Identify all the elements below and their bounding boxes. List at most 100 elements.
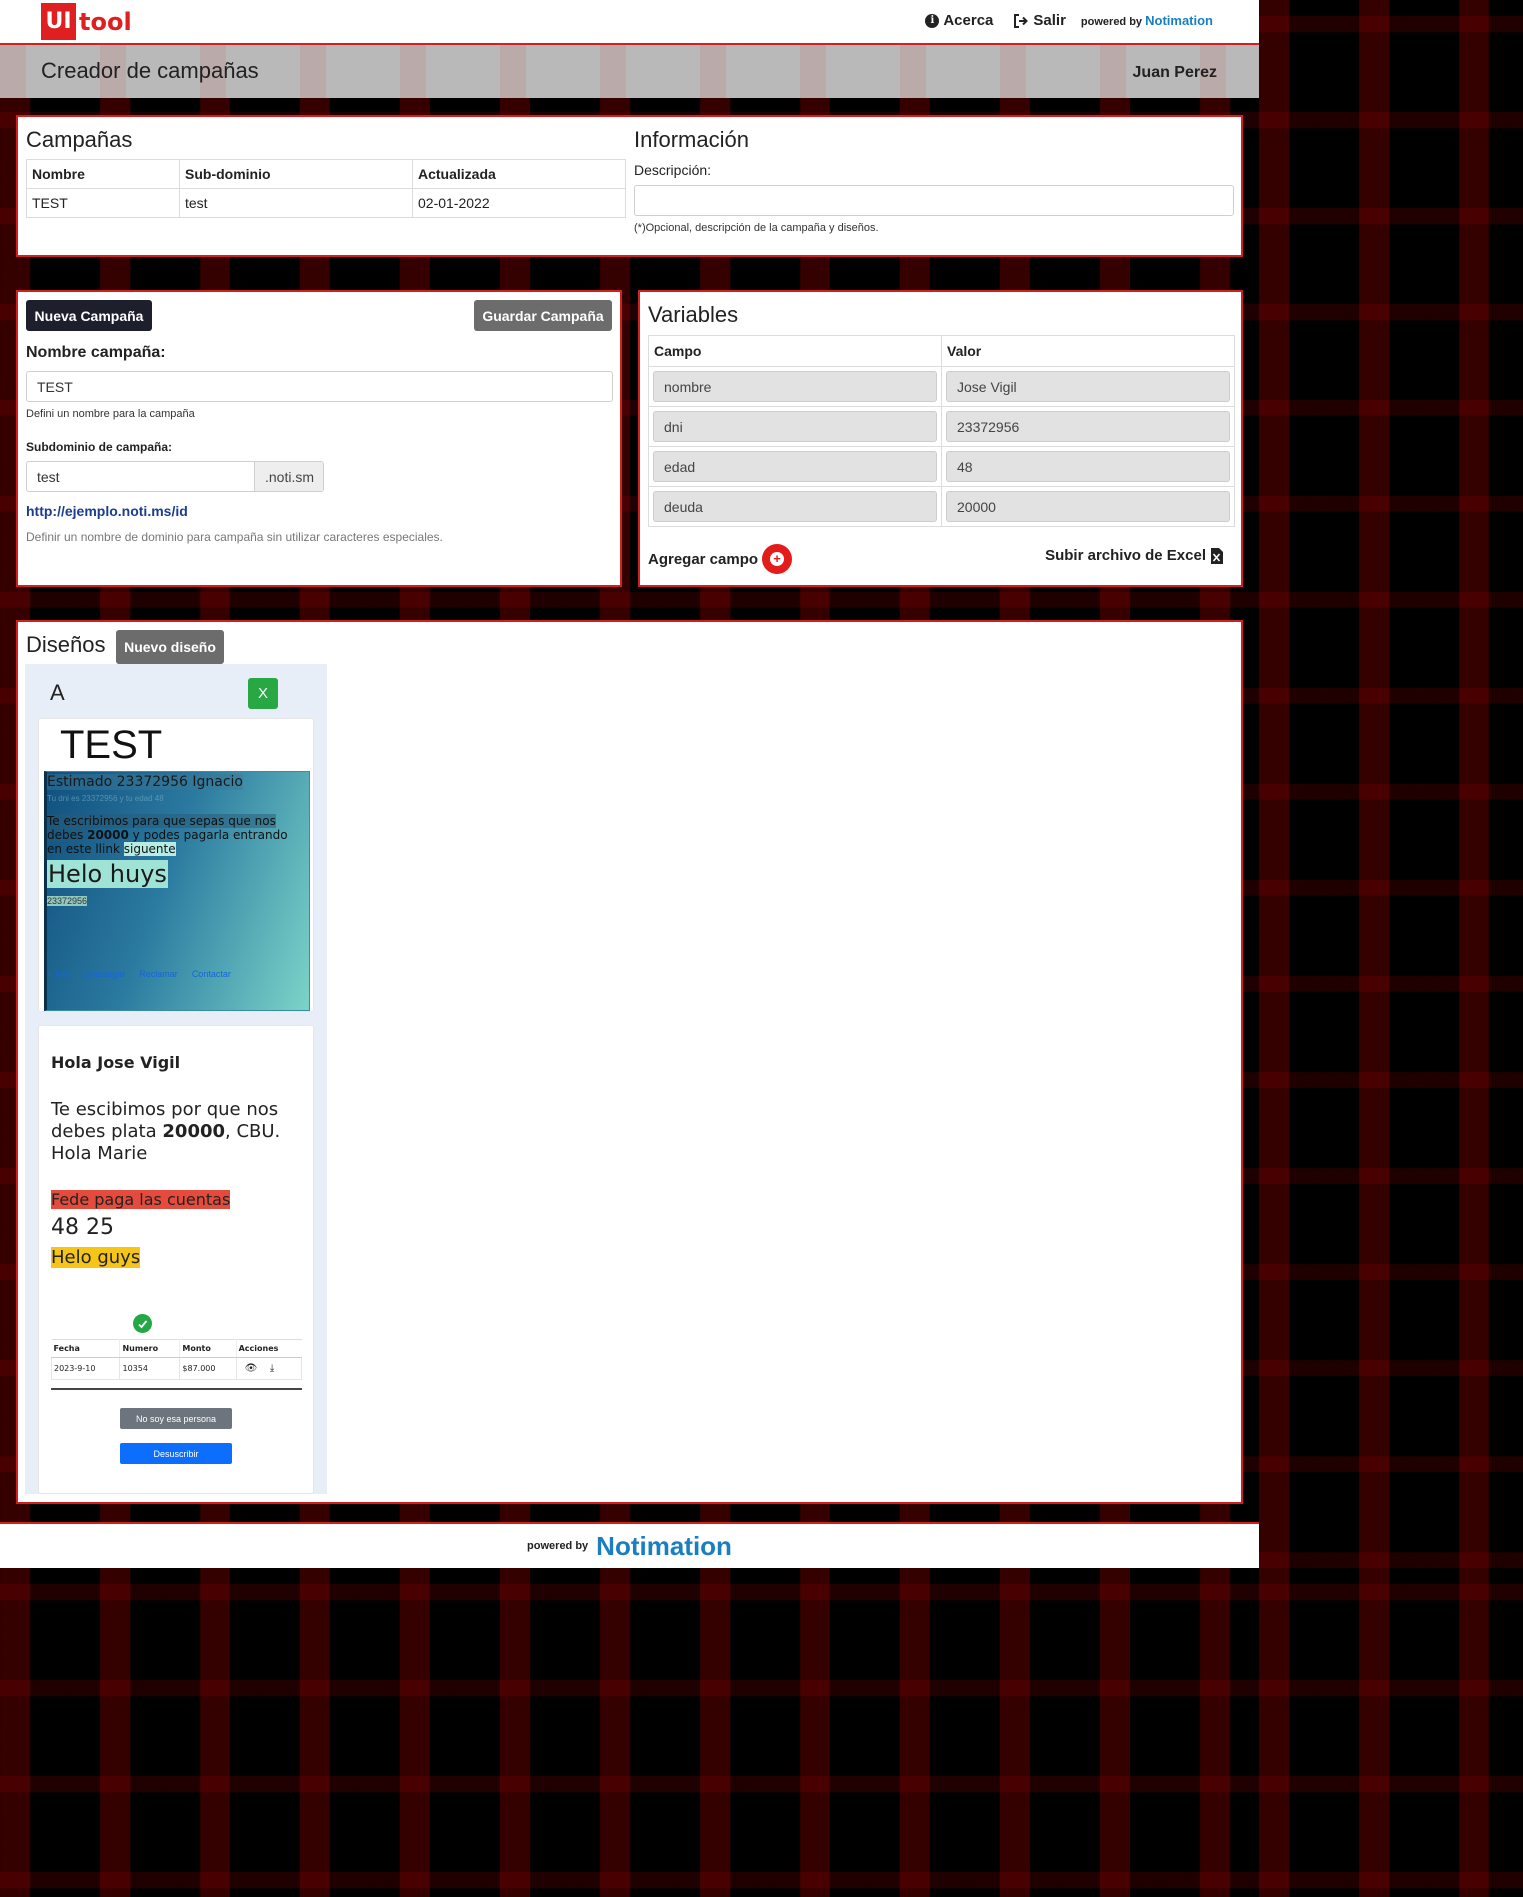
preview2-red-label: Fede paga las cuentas — [51, 1190, 231, 1209]
preview1-small-text: 23372956 — [47, 896, 88, 906]
top-navbar: UI tool i Acerca Salir powered by Notima… — [0, 0, 1259, 45]
variable-value[interactable]: Jose Vigil — [946, 371, 1230, 402]
variables-header-row: Campo Valor — [648, 335, 1235, 367]
col-nombre: Nombre — [26, 159, 180, 189]
save-campaign-button[interactable]: Guardar Campaña — [474, 300, 612, 331]
designs-title: Diseños — [26, 632, 106, 657]
footer: powered by Notimation — [0, 1522, 1259, 1568]
preview2-header-row: Fecha Numero Monto Acciones — [51, 1339, 302, 1358]
preview1-greeting: Estimado 23372956 Ignacio — [47, 774, 243, 790]
variables-table-wrap: Campo Valor nombre Jose Vigil dni 233729… — [648, 335, 1235, 527]
campaign-name-input[interactable]: TEST — [26, 371, 613, 402]
download-icon[interactable]: ⤓ — [270, 1363, 274, 1374]
campaign-name-hint: Defini un nombre para la campaña — [26, 408, 195, 420]
col-fecha: Fecha — [51, 1339, 121, 1358]
logout-link[interactable]: Salir — [1013, 12, 1066, 29]
powered-by-label: powered by — [1080, 16, 1143, 28]
variables-title: Variables — [648, 302, 739, 327]
variable-field[interactable]: nombre — [653, 371, 937, 402]
cell-actualizada: 02-01-2022 — [412, 188, 626, 218]
preview2-paragraph: Te escibimos por que nos debes plata 200… — [51, 1099, 303, 1165]
variable-value[interactable]: 23372956 — [946, 411, 1230, 442]
whatsapp-icon[interactable] — [133, 1314, 152, 1333]
cell-subdominio: test — [179, 188, 413, 218]
example-link[interactable]: http://ejemplo.noti.ms/id — [26, 503, 188, 519]
contact-link[interactable]: Contactar — [192, 969, 231, 979]
user-name: Juan Perez — [1132, 64, 1217, 81]
campaign-editor-panel: Nueva Campaña Guardar Campaña Nombre cam… — [16, 290, 622, 587]
logo-ui-mark: UI — [41, 3, 76, 40]
preview1-text-amount: 20000 — [87, 828, 129, 842]
table-row[interactable]: TEST test 02-01-2022 — [26, 188, 626, 218]
col-actualizada: Actualizada — [412, 159, 626, 189]
col-numero: Numero — [119, 1339, 181, 1358]
cell-acciones: 👁 ⤓ — [235, 1357, 303, 1380]
table-row: 2023-9-10 10354 $87.000 👁 ⤓ — [50, 1357, 303, 1380]
campaigns-table-wrap: Nombre Sub-dominio Actualizada TEST test… — [26, 159, 626, 218]
variables-table: Campo Valor nombre Jose Vigil dni 233729… — [648, 335, 1235, 527]
description-label: Descripción: — [634, 162, 712, 178]
design-preview-2: Hola Jose Vigil Te escibimos por que nos… — [38, 1025, 314, 1494]
campaigns-title: Campañas — [26, 127, 133, 152]
col-subdominio: Sub-dominio — [179, 159, 413, 189]
logout-icon — [1014, 13, 1029, 28]
new-design-button[interactable]: Nuevo diseño — [116, 630, 224, 664]
variable-field[interactable]: deuda — [653, 491, 937, 522]
variable-field[interactable]: edad — [653, 451, 937, 482]
preview1-title: TEST — [60, 723, 163, 767]
table-row: dni 23372956 — [648, 406, 1235, 447]
brand-name: Notimation — [1145, 13, 1213, 28]
upload-excel-button[interactable]: Subir archivo de Excel — [1045, 547, 1223, 564]
new-campaign-button[interactable]: Nueva Campaña — [26, 300, 152, 331]
table-row: edad 48 — [648, 446, 1235, 487]
not-me-button[interactable]: No soy esa persona — [120, 1408, 232, 1429]
about-label: Acerca — [943, 12, 994, 29]
preview1-text: Te escribimos para que sepas que nos deb… — [47, 814, 305, 856]
variable-value[interactable]: 48 — [946, 451, 1230, 482]
app-logo[interactable]: UI tool — [41, 3, 132, 40]
variable-field[interactable]: dni — [653, 411, 937, 442]
footer-brand[interactable]: Notimation — [596, 1531, 732, 1562]
about-link[interactable]: i Acerca — [925, 12, 993, 29]
subdomain-suffix: .noti.sm — [254, 461, 324, 492]
claim-link[interactable]: Reclamar — [139, 969, 178, 979]
preview2-numbers: 48 25 — [51, 1215, 114, 1240]
cell-nombre: TEST — [26, 188, 180, 218]
description-input[interactable] — [634, 185, 1234, 216]
plus-circle-icon: + — [762, 544, 793, 574]
col-campo: Campo — [648, 335, 942, 367]
description-hint: (*)Opcional, descripción de la campaña y… — [634, 222, 879, 234]
cell-monto: $87.000 — [179, 1357, 237, 1380]
preview2-divider — [51, 1388, 302, 1390]
table-row: nombre Jose Vigil — [648, 366, 1235, 407]
delete-design-button[interactable]: X — [248, 678, 278, 709]
logout-label: Salir — [1033, 12, 1066, 29]
subdomain-hint: Definir un nombre de dominio para campañ… — [26, 530, 443, 544]
info-icon: i — [925, 13, 940, 28]
preview1-links: + Info Descargar Reclamar Contactar — [47, 969, 231, 979]
download-link[interactable]: Descargar — [84, 969, 126, 979]
page-header: Creador de campañas Juan Perez — [0, 45, 1259, 98]
powered-by-nav: powered by Notimation — [1081, 13, 1213, 28]
campaigns-panel: Campañas Nombre Sub-dominio Actualizada … — [16, 115, 1243, 257]
info-link[interactable]: + Info — [47, 969, 70, 979]
eye-icon[interactable]: 👁 — [245, 1363, 258, 1374]
preview2-para-amount: 20000 — [162, 1121, 226, 1142]
subdomain-input[interactable]: test — [26, 461, 255, 492]
subdomain-label: Subdominio de campaña: — [26, 440, 173, 454]
excel-file-icon — [1211, 547, 1223, 564]
table-row: deuda 20000 — [648, 486, 1235, 527]
info-title: Información — [634, 127, 749, 152]
preview1-big-text: Helo huys — [47, 860, 168, 888]
design-preview-1: TEST Estimado 23372956 Ignacio Tu dni es… — [38, 718, 314, 1012]
cell-numero: 10354 — [119, 1357, 181, 1380]
variable-value[interactable]: 20000 — [946, 491, 1230, 522]
preview2-greeting: Hola Jose Vigil — [51, 1053, 181, 1072]
nav-right: i Acerca Salir powered by Notimation — [905, 12, 1213, 29]
unsubscribe-button[interactable]: Desuscribir — [120, 1443, 232, 1464]
preview2-table-wrap: Fecha Numero Monto Acciones 2023-9-10 10… — [50, 1339, 303, 1390]
logo-tool-text: tool — [79, 7, 132, 36]
add-field-button[interactable]: Agregar campo + — [648, 544, 793, 574]
preview1-text-tail: siguente — [123, 842, 176, 856]
col-monto: Monto — [179, 1339, 237, 1358]
